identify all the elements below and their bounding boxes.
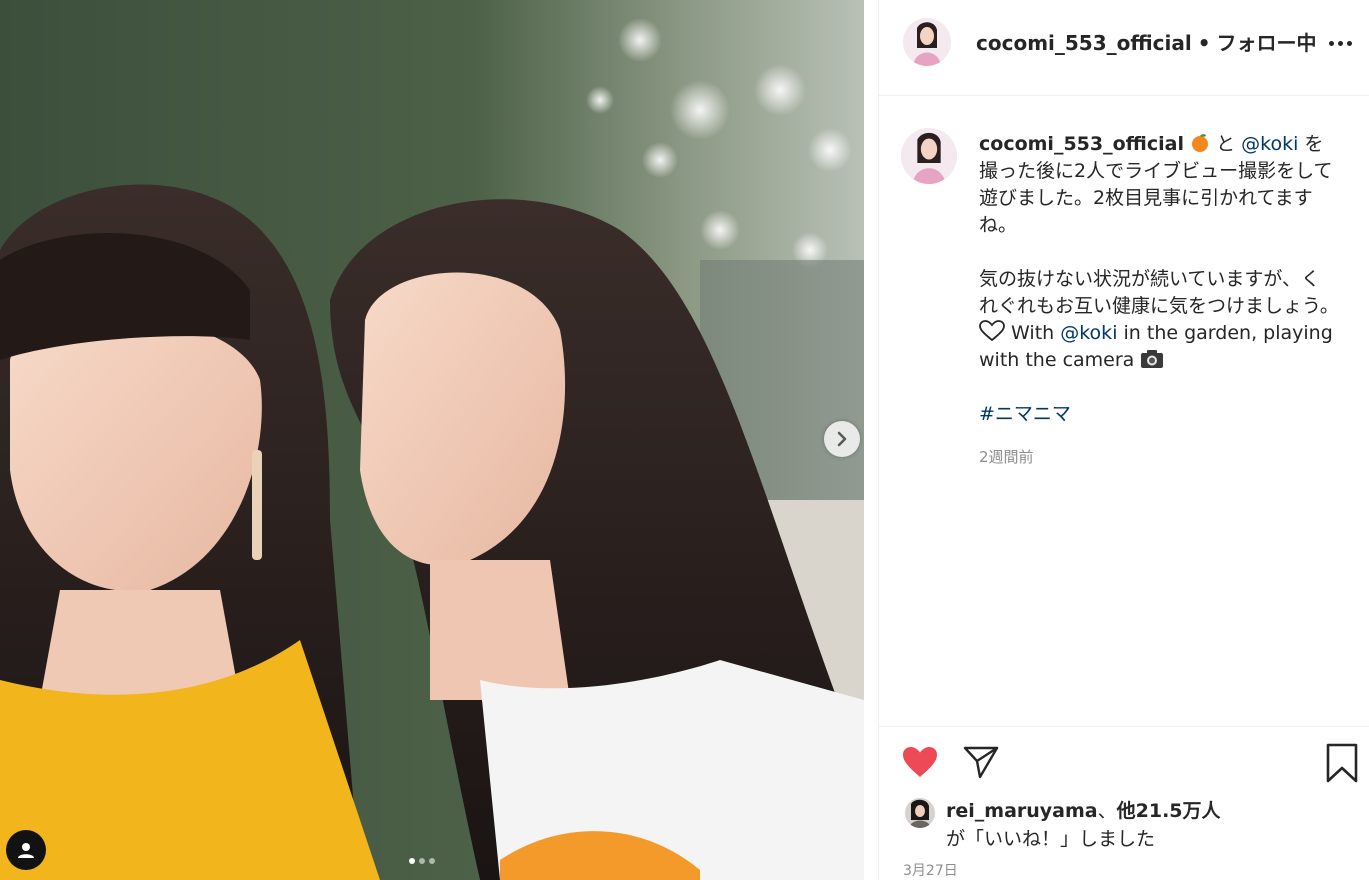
likes-text: rei_maruyama、他21.5万人 が「いいね！」しました xyxy=(946,797,1221,853)
user-icon xyxy=(18,843,34,858)
post-actions: rei_maruyama、他21.5万人 が「いいね！」しました 3月27日 xyxy=(879,726,1369,880)
header-title: cocomi_553_official • フォロー中 xyxy=(976,30,1317,56)
avatar-image xyxy=(903,18,951,66)
post-date[interactable]: 3月27日 xyxy=(903,860,958,880)
hashtag-link[interactable]: #ニマニマ xyxy=(979,403,1071,425)
carousel-dot xyxy=(409,858,415,864)
caption-text-part: 気の抜けない状況が続いていますが、くれぐれもお互い健康に気をつけましょう。 xyxy=(979,268,1339,317)
caption-timestamp[interactable]: 2週間前 xyxy=(979,444,1339,471)
share-button[interactable] xyxy=(963,745,1001,781)
mention-link[interactable]: @koki xyxy=(1241,133,1298,155)
caption-paragraph: #ニマニマ xyxy=(979,401,1339,428)
heart-outline-icon xyxy=(979,320,1005,342)
bookmark-icon xyxy=(1326,743,1358,783)
carousel-dot xyxy=(419,858,425,864)
author-username[interactable]: cocomi_553_official xyxy=(976,31,1192,55)
caption-author-username[interactable]: cocomi_553_official xyxy=(979,133,1184,155)
photo-image xyxy=(0,0,864,880)
caption-text-part: と xyxy=(1216,133,1236,155)
next-photo-button[interactable] xyxy=(824,421,860,457)
camera-icon xyxy=(1141,350,1164,368)
carousel-indicator xyxy=(409,858,435,864)
like-button[interactable] xyxy=(901,745,941,781)
author-avatar[interactable] xyxy=(903,18,951,66)
more-dot-icon xyxy=(1346,40,1352,46)
paper-plane-icon xyxy=(963,746,999,779)
carousel-dot xyxy=(429,858,435,864)
avatar-image xyxy=(901,128,957,184)
caption-paragraph: 気の抜けない状況が続いていますが、くれぐれもお互い健康に気をつけましょう。 Wi… xyxy=(979,266,1339,374)
caption-text-part: With xyxy=(1011,322,1055,344)
save-button[interactable] xyxy=(1325,743,1359,783)
likes-summary: rei_maruyama、他21.5万人 が「いいね！」しました xyxy=(905,797,1221,853)
caption-author-avatar[interactable] xyxy=(901,128,957,184)
tagged-users-button[interactable] xyxy=(6,830,46,870)
avatar-image xyxy=(905,798,935,828)
likes-suffix: が「いいね！」しました xyxy=(946,828,1156,850)
caption-text: cocomi_553_official と @koki を撮った後に2人でライブ… xyxy=(979,131,1339,471)
caption-paragraph: cocomi_553_official と @koki を撮った後に2人でライブ… xyxy=(979,131,1339,239)
likes-joiner: 、 xyxy=(1097,800,1117,822)
tangerine-icon xyxy=(1192,134,1209,152)
likes-count[interactable]: 他21.5万人 xyxy=(1117,800,1221,822)
following-button[interactable]: フォロー中 xyxy=(1217,31,1317,55)
more-dot-icon xyxy=(1337,40,1343,46)
heart-filled-icon xyxy=(903,747,937,777)
more-options-button[interactable] xyxy=(1326,32,1354,54)
mention-link[interactable]: @koki xyxy=(1060,322,1117,344)
post-side-panel: cocomi_553_official • フォロー中 cocomi_553_off… xyxy=(878,0,1369,880)
liker-avatar[interactable] xyxy=(905,798,935,828)
more-dot-icon xyxy=(1328,40,1334,46)
chevron-right-icon xyxy=(837,431,847,447)
header-separator: • xyxy=(1197,31,1211,55)
liker-username[interactable]: rei_maruyama xyxy=(946,800,1098,822)
post-header: cocomi_553_official • フォロー中 xyxy=(879,0,1369,96)
post-photo[interactable] xyxy=(0,0,864,880)
